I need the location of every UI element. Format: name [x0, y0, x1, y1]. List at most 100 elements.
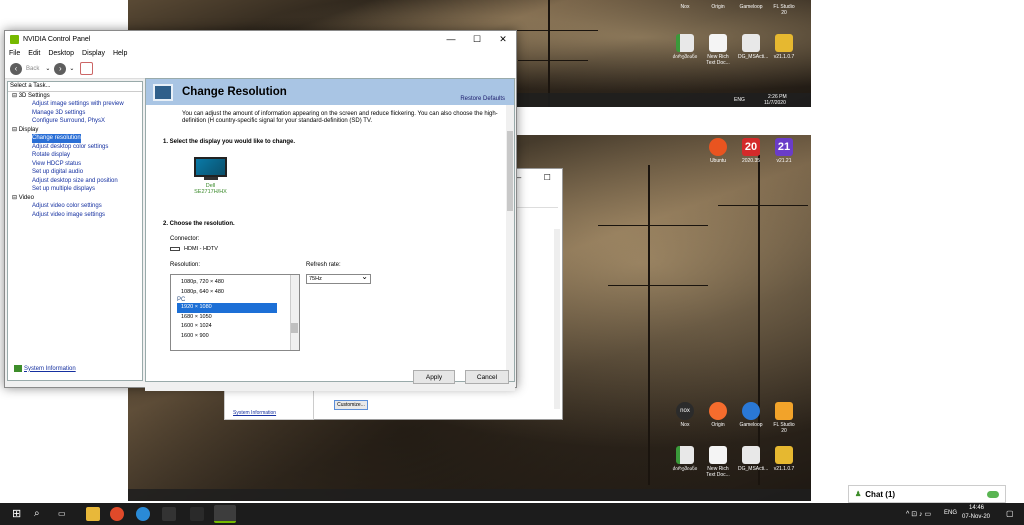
- background-system-info-link[interactable]: System Information: [233, 410, 276, 416]
- system-info-label: System Information: [24, 365, 76, 372]
- desktop-icon-dg-msacti-2[interactable]: DG_MSActi...: [738, 446, 768, 472]
- nvidia-logo-icon: [10, 34, 19, 44]
- task-video-image[interactable]: Adjust video image settings: [8, 211, 142, 220]
- desktop-icon-rich-text[interactable]: New Rich Text Doc...: [705, 34, 731, 66]
- system-information-link[interactable]: System Information: [14, 365, 76, 374]
- task-configure-surround[interactable]: Configure Surround, PhysX: [8, 117, 142, 126]
- icon-label: FL Studio 20: [773, 422, 795, 434]
- back-arrow-icon[interactable]: ‹: [10, 62, 22, 75]
- connector-text: HDMI - HDTV: [184, 246, 218, 252]
- resolution-label: Resolution:: [170, 262, 201, 268]
- resolution-option[interactable]: 1600 × 1024: [171, 322, 299, 332]
- desktop-icon-v21-21[interactable]: 21 v21.21: [771, 138, 797, 164]
- desktop-icon-gameloop[interactable]: Gameloop: [738, 4, 764, 10]
- desktop-icon-dg-msacti[interactable]: DG_MSActi...: [738, 34, 768, 60]
- resolution-list[interactable]: 1080p, 720 × 480 1080p, 640 × 480 PC 192…: [170, 274, 300, 351]
- resolution-option[interactable]: 1680 × 1050: [171, 313, 299, 323]
- edge-icon[interactable]: [136, 507, 150, 521]
- task-group-display[interactable]: ⊟ Display: [8, 126, 142, 135]
- forward-arrow-icon[interactable]: ›: [54, 62, 67, 75]
- cancel-button[interactable]: Cancel: [465, 370, 509, 384]
- desktop-icon-2020[interactable]: 20 2020.35: [738, 138, 764, 164]
- refresh-rate-select[interactable]: 75Hz: [306, 273, 371, 284]
- task-rotate-display[interactable]: Rotate display: [8, 151, 142, 160]
- restore-defaults-link[interactable]: Restore Defaults: [460, 96, 505, 102]
- task-desktop-size[interactable]: Adjust desktop size and position: [8, 177, 142, 186]
- desktop-icon-origin[interactable]: Origin: [705, 4, 731, 10]
- icon-label: New Rich Text Doc...: [706, 54, 730, 66]
- resolution-option[interactable]: 1080p, 720 × 480: [171, 278, 299, 288]
- icon-label: Origin: [711, 4, 725, 10]
- desktop-icon-rich-text-2[interactable]: New Rich Text Doc...: [705, 446, 731, 478]
- title-bar[interactable]: NVIDIA Control Panel — ☐ ✕: [5, 31, 516, 47]
- chevron-down-icon[interactable]: ⌄: [69, 65, 74, 72]
- resolution-option[interactable]: 1080p, 640 × 480: [171, 288, 299, 298]
- home-icon[interactable]: [80, 62, 94, 75]
- icon-label: Origin: [711, 422, 725, 428]
- menu-display[interactable]: Display: [82, 50, 105, 57]
- task-change-resolution[interactable]: Change resolution: [32, 134, 81, 143]
- task-adjust-desktop-color[interactable]: Adjust desktop color settings: [8, 143, 142, 152]
- search-icon[interactable]: ⌕: [34, 507, 48, 521]
- notification-icon[interactable]: ▢: [1006, 509, 1014, 518]
- nvidia-taskbar-icon[interactable]: [214, 505, 236, 523]
- resolution-list-scrollbar[interactable]: [290, 275, 299, 350]
- hdmi-icon: [170, 247, 180, 251]
- maximize-icon[interactable]: ☐: [544, 173, 551, 182]
- menu-edit[interactable]: Edit: [28, 50, 40, 57]
- content-pane: Change Resolution Restore Defaults You c…: [145, 78, 515, 382]
- chat-toggle[interactable]: [987, 491, 999, 498]
- menu-help[interactable]: Help: [113, 50, 127, 57]
- desktop-icon-fl-studio[interactable]: FL Studio 20: [771, 4, 797, 16]
- chrome-icon[interactable]: [110, 507, 124, 521]
- epic-games-icon[interactable]: [162, 507, 176, 521]
- system-tray[interactable]: ^ ⊡ ♪ ▭: [906, 510, 931, 518]
- chat-panel[interactable]: ♟ Chat (1): [848, 485, 1006, 503]
- task-multiple-displays[interactable]: Set up multiple displays: [8, 185, 142, 194]
- chevron-down-icon[interactable]: ⌄: [45, 65, 50, 72]
- desktop-icon-gameloop-2[interactable]: Gameloop: [738, 402, 764, 428]
- desktop-icon-nox[interactable]: Nox: [672, 4, 698, 10]
- clock-time[interactable]: 14:46: [969, 505, 984, 511]
- menu-file[interactable]: File: [9, 50, 20, 57]
- icon-label: 2020.35: [741, 158, 761, 164]
- task-video-color[interactable]: Adjust video color settings: [8, 202, 142, 211]
- desktop-icon-nox-2[interactable]: nox Nox: [672, 402, 698, 428]
- desktop-icon-folder[interactable]: ძირეშიანი: [672, 34, 698, 60]
- background-scrollbar[interactable]: [554, 229, 560, 409]
- group-label: Display: [18, 126, 39, 133]
- maximize-icon[interactable]: ☐: [464, 31, 490, 47]
- task-view-icon[interactable]: ▭: [58, 507, 72, 521]
- task-view-hdcp[interactable]: View HDCP status: [8, 160, 142, 169]
- language-indicator[interactable]: ENG: [944, 510, 957, 516]
- back-button[interactable]: Back: [26, 66, 39, 72]
- content-scrollbar[interactable]: [506, 105, 514, 381]
- close-icon[interactable]: ✕: [490, 31, 516, 47]
- apply-button[interactable]: Apply: [413, 370, 455, 384]
- task-manage-3d-settings[interactable]: Manage 3D settings: [8, 109, 142, 118]
- desktop-icon-v21-2[interactable]: v21.1.0.7: [771, 446, 797, 472]
- task-adjust-image-settings[interactable]: Adjust image settings with preview: [8, 100, 142, 109]
- minimize-icon[interactable]: —: [438, 31, 464, 47]
- menu-desktop[interactable]: Desktop: [48, 50, 74, 57]
- resolution-option[interactable]: 1600 × 900: [171, 332, 299, 342]
- resolution-option-selected[interactable]: 1920 × 1080: [177, 303, 277, 313]
- customize-button[interactable]: Customize...: [334, 400, 368, 410]
- refresh-rate-label: Refresh rate:: [306, 262, 341, 268]
- desktop-icon-ubuntu[interactable]: Ubuntu: [705, 138, 731, 164]
- file-explorer-icon[interactable]: [86, 507, 100, 521]
- display-selector[interactable]: Dell SE2717H/HX: [194, 157, 227, 195]
- desktop-icon-folder-2[interactable]: ძირეშიანი: [672, 446, 698, 472]
- task-group-3d-settings[interactable]: ⊟ 3D Settings: [8, 92, 142, 101]
- task-group-video[interactable]: ⊟ Video: [8, 194, 142, 203]
- desktop-icon-origin-2[interactable]: Origin: [705, 402, 731, 428]
- task-digital-audio[interactable]: Set up digital audio: [8, 168, 142, 177]
- nvidia-control-panel-window[interactable]: NVIDIA Control Panel — ☐ ✕ File Edit Des…: [4, 30, 517, 391]
- start-icon[interactable]: ⊞: [12, 507, 26, 521]
- app-icon[interactable]: [190, 507, 204, 521]
- desktop-icon-v21[interactable]: v21.1.0.7: [771, 34, 797, 60]
- desktop-icon-fl-studio-2[interactable]: FL Studio 20: [771, 402, 797, 434]
- clock-date[interactable]: 07-Nov-20: [962, 514, 990, 520]
- scroll-thumb[interactable]: [507, 131, 513, 211]
- content-hscrollbar[interactable]: [145, 383, 515, 391]
